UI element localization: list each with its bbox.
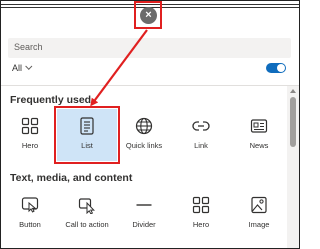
divider-icon [135,196,153,214]
filter-value: All [12,63,23,73]
toolbox-item-label: Call to action [65,220,109,229]
hero-icon [21,117,39,135]
search-placeholder: Search [14,42,43,52]
toolbox-item-image[interactable]: Image [236,196,282,229]
cursor-icon [78,196,96,214]
image-icon [250,196,268,214]
annotation-box-list [54,106,120,164]
toolbox-item-hero[interactable]: Hero [7,117,53,150]
toolbox-item-quick-links[interactable]: Quick links [121,117,167,150]
chevron-down-icon [25,62,33,70]
toolbox-item-label: Link [194,141,208,150]
toolbox-item-button[interactable]: Button [7,196,53,229]
toolbox-item-link[interactable]: Link [178,117,224,150]
section-title-text-media: Text, media, and content [10,172,133,184]
toolbox-item-label: News [249,141,269,150]
toolbox-item-divider[interactable]: Divider [121,196,167,229]
toolbox-item-hero-2[interactable]: Hero [178,196,224,229]
divider-line [1,85,299,86]
news-icon [250,117,268,135]
search-input[interactable]: Search [8,38,291,58]
toolbox-item-label: Image [248,220,270,229]
toggle-knob [277,64,285,72]
toolbox-item-label: Hero [192,220,210,229]
scroll-up-icon[interactable] [290,89,296,93]
link-icon [192,117,210,135]
toolbox-item-news[interactable]: News [236,117,282,150]
toolbox-item-call-to-action[interactable]: Call to action [64,196,110,229]
filter-dropdown[interactable]: All [12,62,33,73]
scrollbar-thumb[interactable] [290,97,296,147]
section-title-frequently-used: Frequently used [10,94,92,106]
button-tap-icon [21,196,39,214]
globe-icon [135,117,153,135]
hero-icon [192,196,210,214]
view-toggle[interactable] [266,63,286,73]
toolbox-item-label: Divider [132,220,156,229]
toolbox-item-label: Hero [21,141,39,150]
toolbox-item-label: Button [19,220,41,229]
annotation-box-close [134,1,162,29]
toolbox-item-label: Quick links [125,141,163,150]
